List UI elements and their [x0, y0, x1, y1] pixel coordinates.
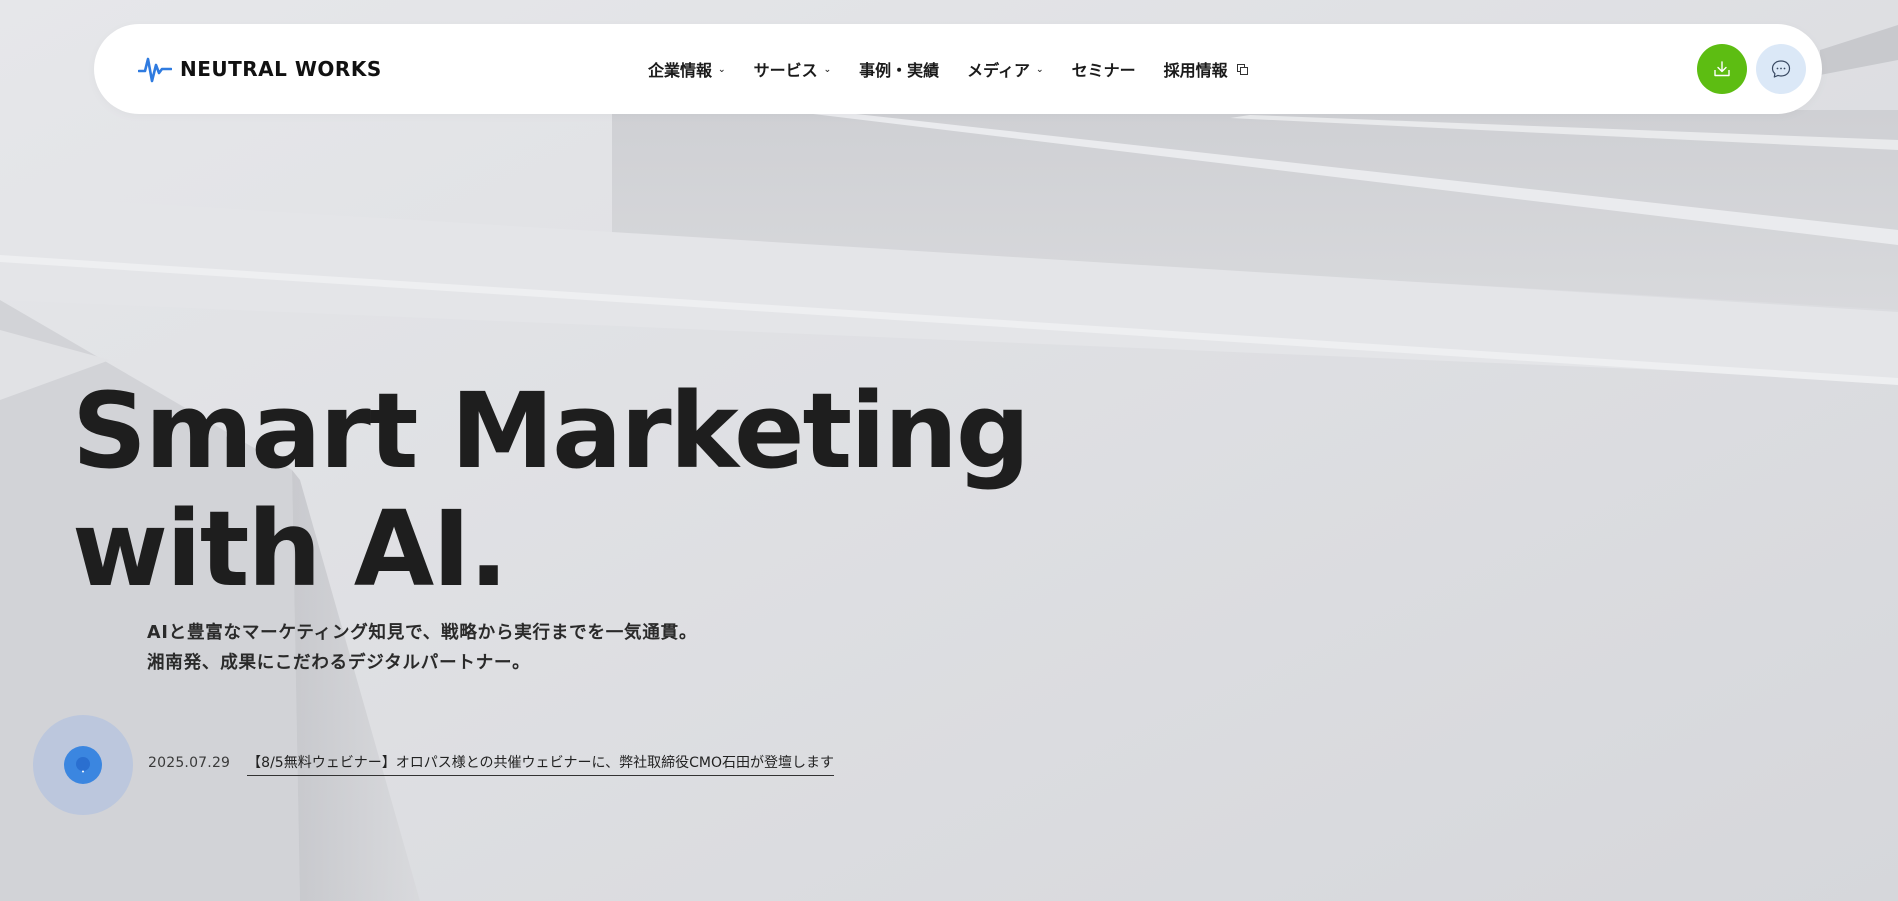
- nav-item-label: サービス: [753, 61, 818, 80]
- hero-subtitle-line1: AIと豊富なマーケティング知見で、戦略から実行までを一気通貫。: [147, 623, 698, 643]
- nav-item-company[interactable]: 企業情報 ⌄: [648, 57, 726, 81]
- nav-item-cases[interactable]: 事例・実績: [859, 57, 939, 81]
- nav-item-media[interactable]: メディア ⌄: [967, 57, 1043, 81]
- hero-title-line1: Smart Marketing: [72, 370, 1030, 492]
- chevron-down-icon: ⌄: [718, 65, 726, 75]
- hero-subtitle: AIと豊富なマーケティング知見で、戦略から実行までを一気通貫。 湘南発、成果にこ…: [147, 618, 697, 678]
- chat-bubble-icon: [1771, 60, 1791, 78]
- contact-chat-button[interactable]: [1756, 44, 1806, 94]
- hero-subtitle-line2: 湘南発、成果にこだわるデジタルパートナー。: [147, 653, 531, 673]
- brand-name: NEUTRAL WORKS: [180, 57, 382, 81]
- nav-item-label: 採用情報: [1163, 61, 1228, 80]
- news-ticker: 2025.07.29 【8/5無料ウェビナー】オロパス様との共催ウェビナーに、弊…: [148, 752, 835, 776]
- hero-title-line2: with AI.: [72, 488, 508, 610]
- chevron-down-icon: ⌄: [1036, 65, 1044, 75]
- chat-widget-icon: [64, 746, 102, 784]
- page: NEUTRAL WORKS 企業情報 ⌄ サービス ⌄ 事例・実績 メディア ⌄…: [0, 0, 1898, 901]
- hero-title: Smart Marketing with AI.: [72, 370, 1030, 610]
- nav-item-label: メディア: [967, 61, 1031, 80]
- chat-widget-glyph: [76, 757, 90, 773]
- news-headline-link[interactable]: 【8/5無料ウェビナー】オロパス様との共催ウェビナーに、弊社取締役CMO石田が登…: [247, 752, 835, 776]
- floating-chat-widget[interactable]: [33, 715, 133, 815]
- nav-item-recruit[interactable]: 採用情報: [1164, 57, 1248, 81]
- nav-item-services[interactable]: サービス ⌄: [754, 57, 832, 81]
- nav-item-label: セミナー: [1071, 61, 1136, 80]
- external-link-icon: [1236, 63, 1248, 75]
- download-button[interactable]: [1697, 44, 1747, 94]
- nav-item-label: 事例・実績: [859, 61, 940, 80]
- download-icon: [1714, 61, 1730, 77]
- nav-item-seminar[interactable]: セミナー: [1072, 57, 1136, 81]
- header-navbar: NEUTRAL WORKS 企業情報 ⌄ サービス ⌄ 事例・実績 メディア ⌄…: [94, 24, 1822, 114]
- chevron-down-icon: ⌄: [823, 65, 832, 75]
- nav-item-label: 企業情報: [648, 61, 713, 80]
- waveform-icon: [138, 57, 172, 83]
- main-nav: 企業情報 ⌄ サービス ⌄ 事例・実績 メディア ⌄ セミナー 採用情報: [648, 24, 1276, 114]
- brand-logo[interactable]: NEUTRAL WORKS: [138, 51, 382, 87]
- news-date: 2025.07.29: [148, 755, 231, 771]
